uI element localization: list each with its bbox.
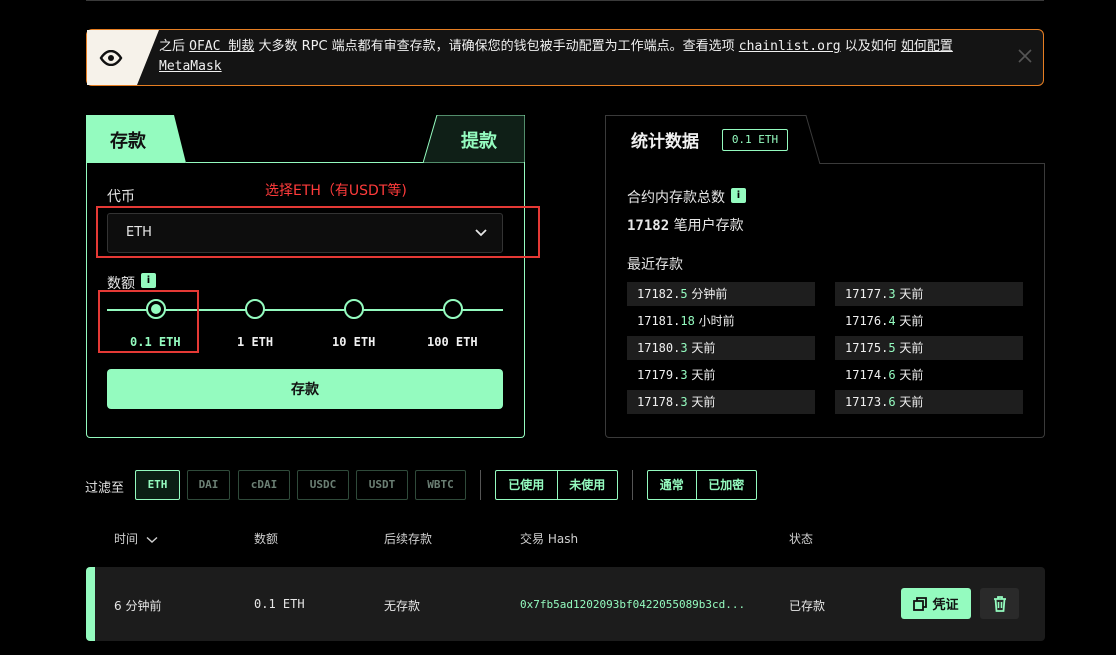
filter-privacy-group: 通常 已加密 — [647, 470, 757, 500]
recent-deposit-item: 17178.3 天前 — [627, 390, 815, 414]
recent-deposit-item: 17177.3 天前 — [835, 282, 1023, 306]
total-deposits: 17182 笔用户存款 — [627, 215, 744, 235]
amount-stop-100[interactable] — [443, 299, 463, 319]
filter-encrypted[interactable]: 已加密 — [695, 471, 756, 499]
annotation-box-amount — [98, 290, 199, 353]
filter-divider — [632, 470, 633, 500]
chainlist-link[interactable]: chainlist.org — [739, 39, 841, 54]
annotation-text: 选择ETH（有USDT等) — [265, 183, 407, 199]
column-header-amount: 数额 — [254, 532, 279, 546]
censorship-alert: 之后 OFAC 制裁 大多数 RPC 端点都有审查存款，请确保您的钱包被手动配置… — [86, 29, 1044, 86]
filter-spent[interactable]: 已使用 — [496, 471, 557, 499]
close-icon[interactable] — [1017, 48, 1033, 64]
amount-stop-label[interactable]: 100 ETH — [427, 335, 478, 349]
recent-deposit-item: 17180.3 天前 — [627, 336, 815, 360]
top-divider — [86, 0, 1044, 1]
filter-normal[interactable]: 通常 — [648, 471, 696, 499]
filter-token-wbtc[interactable]: WBTC — [415, 470, 466, 500]
tab-deposit[interactable]: 存款 — [86, 115, 186, 163]
column-header-subsequent: 后续存款 — [384, 532, 433, 546]
filter-token-usdt[interactable]: USDT — [356, 470, 408, 500]
total-deposits-label: 合约内存款总数 — [627, 190, 725, 206]
deposit-button[interactable]: 存款 — [107, 369, 503, 409]
row-tx-hash[interactable]: 0x7fb5ad1202093bf0422055089b3cd... — [520, 598, 745, 611]
column-header-label: 时间 — [114, 532, 139, 546]
total-deposits-count: 17182 — [627, 218, 670, 234]
total-deposits-suffix: 笔用户存款 — [673, 218, 744, 234]
annotation-box-token — [96, 206, 540, 258]
alert-message: 之后 OFAC 制裁 大多数 RPC 端点都有审查存款，请确保您的钱包被手动配置… — [159, 37, 1019, 77]
tab-withdraw-label: 提款 — [461, 131, 497, 152]
row-amount: 0.1 ETH — [254, 597, 305, 611]
info-icon[interactable]: i — [141, 273, 156, 288]
alert-text-3: 以及如何 — [844, 39, 897, 54]
stats-amount-badge: 0.1 ETH — [722, 129, 788, 151]
filter-divider — [480, 470, 481, 500]
tab-deposit-label: 存款 — [110, 131, 146, 152]
row-status: 已存款 — [789, 599, 826, 613]
filter-label: 过滤至 — [85, 481, 125, 496]
recent-deposit-item: 17174.6 天前 — [835, 363, 1023, 387]
filter-status-group: 已使用 未使用 — [495, 470, 618, 500]
column-header-status: 状态 — [789, 532, 814, 546]
column-header-hash: 交易 Hash — [520, 532, 579, 546]
filter-unspent[interactable]: 未使用 — [556, 471, 618, 499]
trash-icon — [993, 595, 1006, 612]
copy-icon — [913, 596, 928, 611]
stats-title: 统计数据 — [631, 132, 699, 152]
table-row-accent — [86, 567, 95, 641]
recent-deposit-item: 17179.3 天前 — [627, 363, 815, 387]
amount-stop-label[interactable]: 1 ETH — [237, 335, 273, 349]
delete-button[interactable] — [980, 588, 1019, 619]
alert-eye-badge — [87, 30, 159, 85]
row-subsequent: 无存款 — [384, 599, 421, 613]
filter-token-cdai[interactable]: cDAI — [238, 470, 290, 500]
proof-button[interactable]: 凭证 — [901, 588, 971, 619]
recent-deposits-label: 最近存款 — [627, 257, 683, 273]
recent-deposit-item: 17176.4 天前 — [835, 309, 1023, 333]
row-time: 6 分钟前 — [114, 599, 162, 613]
chevron-down-icon — [146, 536, 158, 543]
alert-text-1: 之后 — [159, 39, 186, 54]
filter-token-usdc[interactable]: USDC — [297, 470, 349, 500]
amount-stop-label[interactable]: 10 ETH — [332, 335, 375, 349]
info-icon[interactable]: i — [731, 188, 746, 203]
column-header-time[interactable]: 时间 — [114, 530, 158, 547]
ofac-link[interactable]: OFAC 制裁 — [189, 39, 254, 54]
amount-stop-1[interactable] — [245, 299, 265, 319]
amount-stop-10[interactable] — [344, 299, 364, 319]
token-label: 代币 — [107, 189, 135, 205]
recent-deposit-item: 17175.5 天前 — [835, 336, 1023, 360]
eye-icon — [99, 49, 123, 66]
recent-deposit-item: 17182.5 分钟前 — [627, 282, 815, 306]
filter-token-dai[interactable]: DAI — [187, 470, 230, 500]
proof-button-label: 凭证 — [932, 598, 959, 613]
recent-deposit-item: 17181.18 小时前 — [627, 309, 815, 333]
alert-text-2: 大多数 RPC 端点都有审查存款，请确保您的钱包被手动配置为工作端点。查看选项 — [258, 39, 735, 54]
recent-deposit-item: 17173.6 天前 — [835, 390, 1023, 414]
filter-token-eth[interactable]: ETH — [135, 470, 180, 500]
